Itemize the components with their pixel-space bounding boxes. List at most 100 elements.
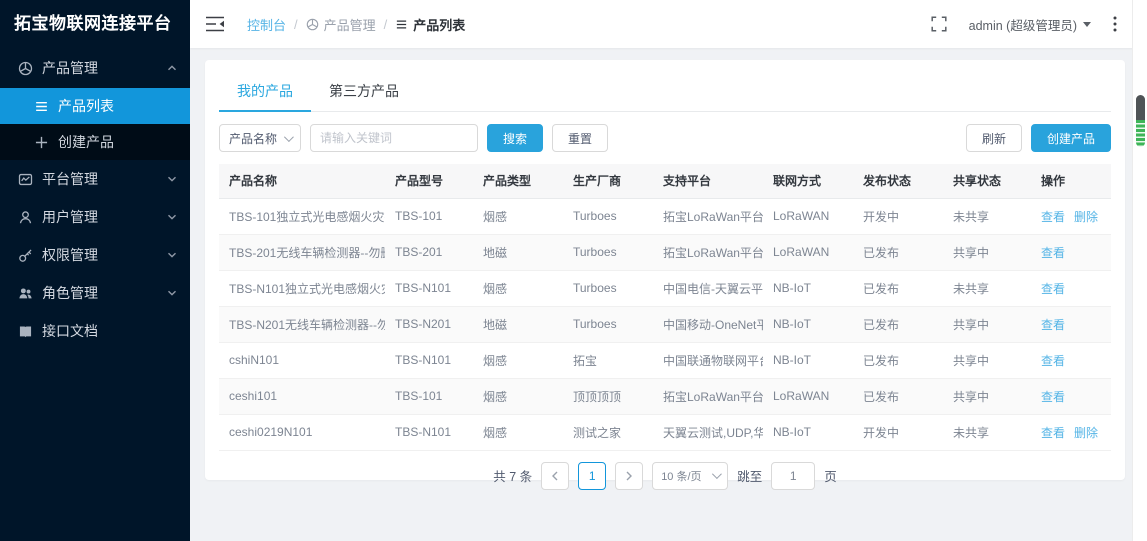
page-unit-label: 页 — [824, 466, 837, 485]
sidebar-item-user-management[interactable]: 用户管理 — [0, 198, 190, 236]
view-link[interactable]: 查看 — [1041, 354, 1065, 368]
scrollbar-track[interactable] — [1132, 0, 1147, 541]
key-icon — [18, 248, 33, 263]
more-options-icon[interactable] — [1113, 16, 1117, 32]
sidebar-item-label: 角色管理 — [42, 283, 98, 303]
create-product-button[interactable]: 创建产品 — [1031, 124, 1111, 152]
cell-share: 共享中 — [943, 378, 1031, 414]
delete-link[interactable]: 删除 — [1074, 426, 1098, 440]
cell-platform: 拓宝LoRaWan平台 — [653, 378, 763, 414]
cell-name: cshiN101 — [219, 342, 385, 378]
roles-icon — [18, 286, 33, 301]
view-link[interactable]: 查看 — [1041, 426, 1065, 440]
header-actions: admin (超级管理员) — [931, 15, 1117, 34]
cell-actions: 查看 — [1031, 342, 1111, 378]
fullscreen-icon[interactable] — [931, 16, 947, 32]
cell-actions: 查看删除 — [1031, 414, 1111, 450]
prev-page-button[interactable] — [541, 462, 569, 490]
table-body: TBS-101独立式光电感烟火灾探测...TBS-101烟感Turboes拓宝L… — [219, 198, 1111, 450]
list-icon — [34, 99, 49, 114]
page-size-select[interactable]: 10 条/页 — [652, 462, 728, 490]
cell-type: 烟感 — [473, 270, 563, 306]
table-header: 产品名称产品型号产品类型生产厂商支持平台联网方式发布状态共享状态操作 — [219, 164, 1111, 198]
chevron-down-icon — [167, 250, 177, 260]
tab-bar: 我的产品 第三方产品 — [219, 60, 1111, 112]
cell-model: TBS-N101 — [385, 414, 473, 450]
cell-name: ceshi101 — [219, 378, 385, 414]
cell-platform: 中国移动-OneNet平台... — [653, 306, 763, 342]
cell-type: 地磁 — [473, 306, 563, 342]
column-header-network: 联网方式 — [763, 164, 853, 198]
cell-share: 未共享 — [943, 198, 1031, 234]
sidebar-item-permission-management[interactable]: 权限管理 — [0, 236, 190, 274]
chevron-down-icon — [167, 288, 177, 298]
search-field-select[interactable]: 产品名称 — [219, 124, 301, 152]
column-header-name: 产品名称 — [219, 164, 385, 198]
view-link[interactable]: 查看 — [1041, 318, 1065, 332]
breadcrumb-product-list: 产品列表 — [395, 15, 465, 34]
cell-name: TBS-N201无线车辆检测器--勿删! ... — [219, 306, 385, 342]
main-area: 控制台 / 产品管理 / 产品列表 admin (超级管理员) — [190, 0, 1147, 541]
user-icon — [18, 210, 33, 225]
keyword-input[interactable] — [310, 124, 478, 152]
view-link[interactable]: 查看 — [1041, 246, 1065, 260]
cell-publish: 已发布 — [853, 234, 943, 270]
refresh-button[interactable]: 刷新 — [966, 124, 1022, 152]
sidebar-item-label: 创建产品 — [58, 132, 114, 152]
next-page-button[interactable] — [615, 462, 643, 490]
breadcrumb-console-link[interactable]: 控制台 — [247, 15, 286, 34]
content-area: 我的产品 第三方产品 产品名称 搜索 重置 刷新 创建产品 — [190, 48, 1147, 541]
breadcrumb-product-management[interactable]: 产品管理 — [306, 15, 376, 34]
sidebar-item-product-management[interactable]: 产品管理 — [0, 48, 190, 88]
cell-network: LoRaWAN — [763, 234, 853, 270]
view-link[interactable]: 查看 — [1041, 390, 1065, 404]
sidebar-item-api-docs[interactable]: 接口文档 — [0, 312, 190, 350]
sidebar-menu: 产品管理 产品列表 创建产品 平台管理 — [0, 48, 190, 350]
breadcrumb-label: 产品管理 — [324, 15, 376, 34]
sidebar-item-label: 权限管理 — [42, 245, 98, 265]
cell-network: NB-IoT — [763, 342, 853, 378]
tab-my-products[interactable]: 我的产品 — [219, 73, 311, 111]
cell-actions: 查看 — [1031, 234, 1111, 270]
scrollbar-thumb-top — [1136, 95, 1145, 120]
tab-third-party-products[interactable]: 第三方产品 — [311, 73, 417, 111]
document-icon — [18, 324, 33, 339]
sidebar-item-label: 产品管理 — [42, 58, 98, 78]
product-table: 产品名称产品型号产品类型生产厂商支持平台联网方式发布状态共享状态操作 TBS-1… — [219, 164, 1111, 451]
cell-actions: 查看 — [1031, 378, 1111, 414]
table-row: ceshi0219N101TBS-N101烟感测试之家天翼云测试,UDP,华为.… — [219, 414, 1111, 450]
cell-type: 地磁 — [473, 234, 563, 270]
column-header-share: 共享状态 — [943, 164, 1031, 198]
cell-network: LoRaWAN — [763, 198, 853, 234]
search-button[interactable]: 搜索 — [487, 124, 543, 152]
cell-model: TBS-201 — [385, 234, 473, 270]
view-link[interactable]: 查看 — [1041, 282, 1065, 296]
breadcrumb-label: 产品列表 — [413, 15, 465, 34]
scrollbar-thumb[interactable] — [1136, 95, 1145, 147]
delete-link[interactable]: 删除 — [1074, 210, 1098, 224]
view-link[interactable]: 查看 — [1041, 210, 1065, 224]
caret-down-icon — [1083, 22, 1091, 27]
user-menu[interactable]: admin (超级管理员) — [969, 15, 1091, 34]
sidebar-item-platform-management[interactable]: 平台管理 — [0, 160, 190, 198]
product-icon — [18, 61, 33, 76]
cell-vendor: Turboes — [563, 270, 653, 306]
plus-icon — [34, 135, 49, 150]
sidebar-item-label: 用户管理 — [42, 207, 98, 227]
cell-actions: 查看删除 — [1031, 198, 1111, 234]
list-icon — [395, 18, 408, 31]
jump-page-input[interactable] — [771, 462, 815, 490]
reset-button[interactable]: 重置 — [552, 124, 608, 152]
sidebar-item-product-list[interactable]: 产品列表 — [0, 88, 190, 124]
menu-fold-icon[interactable] — [205, 15, 225, 33]
product-icon — [306, 18, 319, 31]
sidebar-item-create-product[interactable]: 创建产品 — [0, 124, 190, 160]
cell-publish: 开发中 — [853, 198, 943, 234]
platform-icon — [18, 172, 33, 187]
sidebar-item-role-management[interactable]: 角色管理 — [0, 274, 190, 312]
cell-share: 未共享 — [943, 270, 1031, 306]
chevron-down-icon — [167, 174, 177, 184]
cell-platform: 天翼云测试,UDP,华为... — [653, 414, 763, 450]
page-number-button[interactable]: 1 — [578, 462, 606, 490]
breadcrumb: 控制台 / 产品管理 / 产品列表 — [247, 15, 465, 34]
